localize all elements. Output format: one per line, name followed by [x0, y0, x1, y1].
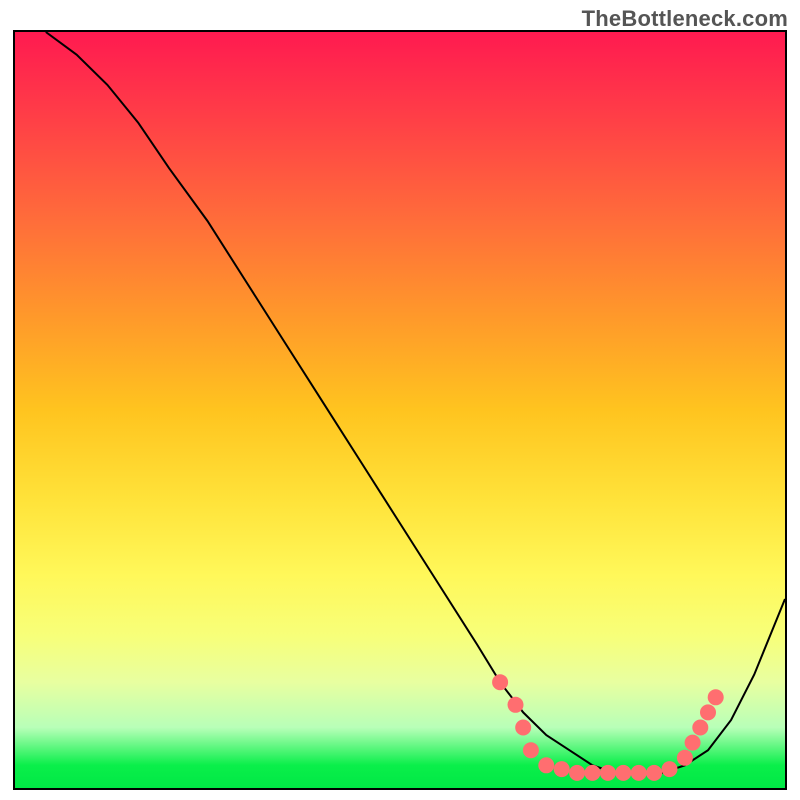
bottleneck-curve	[46, 32, 785, 773]
chart-frame: TheBottleneck.com	[0, 0, 800, 800]
curve-dot	[700, 704, 716, 720]
curve-dot	[708, 689, 724, 705]
curve-dot	[508, 697, 524, 713]
curve-dot	[554, 761, 570, 777]
curve-dot	[662, 761, 678, 777]
curve-dot	[646, 765, 662, 781]
curve-dot	[685, 735, 701, 751]
curve-dot	[515, 720, 531, 736]
curve-dot	[569, 765, 585, 781]
curve-dot	[600, 765, 616, 781]
curve-dot	[615, 765, 631, 781]
curve-dot	[692, 720, 708, 736]
curve-dot	[538, 757, 554, 773]
curve-dot	[523, 742, 539, 758]
curve-dot	[492, 674, 508, 690]
curve-layer	[15, 32, 785, 788]
curve-dot	[631, 765, 647, 781]
attribution-label: TheBottleneck.com	[582, 6, 788, 32]
curve-dots-group	[492, 674, 724, 781]
curve-dot	[585, 765, 601, 781]
curve-dot	[677, 750, 693, 766]
plot-area	[13, 30, 787, 790]
